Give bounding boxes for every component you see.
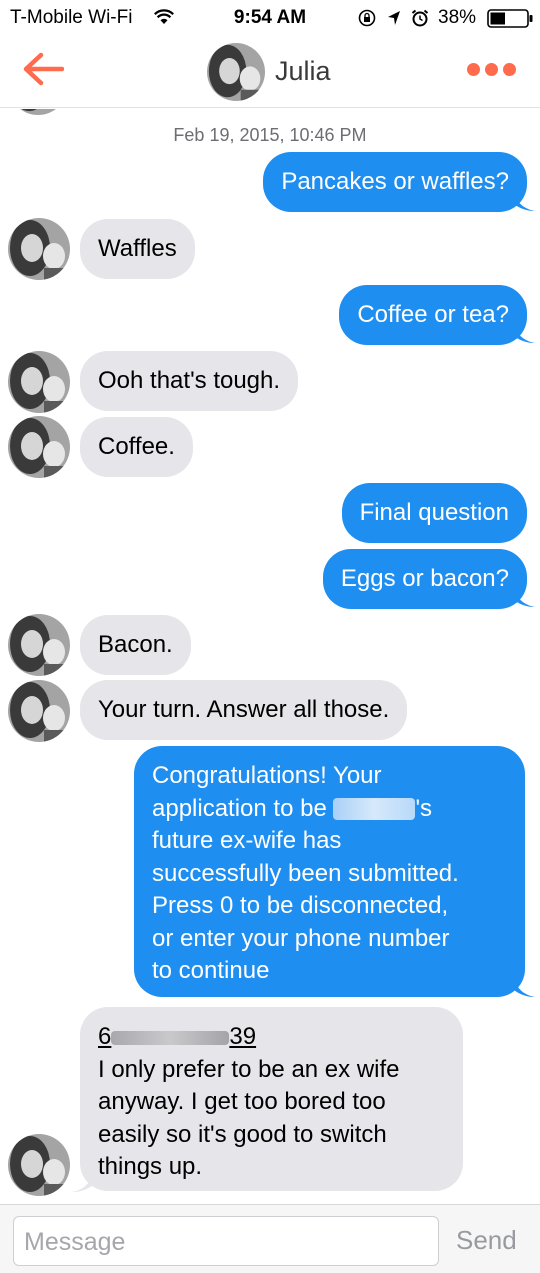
message-text: Eggs or bacon? xyxy=(340,565,509,592)
phone-number-redacted: 6 39 xyxy=(98,1023,257,1050)
message-bubble-outgoing[interactable]: Final question xyxy=(341,483,527,543)
back-arrow-icon[interactable] xyxy=(22,52,64,86)
message-text: Pancakes or waffles? xyxy=(281,168,509,195)
message-line: anyway. I get too bored too xyxy=(98,1088,386,1115)
message-line: or enter your phone number xyxy=(152,924,450,952)
avatar xyxy=(8,109,68,115)
alarm-icon xyxy=(411,9,429,27)
redacted-digits xyxy=(111,1030,230,1045)
message-bubble-incoming[interactable]: Waffles xyxy=(80,219,195,279)
contact-name[interactable]: Julia xyxy=(275,56,331,87)
message-line: Congratulations! Your xyxy=(152,762,382,789)
message-line: successfully been submitted. xyxy=(152,859,459,887)
message-timestamp: Feb 19, 2015, 10:46 PM xyxy=(173,125,367,145)
message-text: Final question xyxy=(359,499,509,526)
battery-icon xyxy=(487,9,533,28)
message-text: Your turn. Answer all those. xyxy=(98,696,390,723)
message-bubble-outgoing[interactable]: Coffee or tea? xyxy=(339,285,527,345)
bubble-tail xyxy=(513,321,535,343)
rotation-lock-icon xyxy=(358,9,376,27)
message-list[interactable]: Feb 19, 2015, 10:46 PM Pancakes or waffl… xyxy=(0,109,540,1204)
message-bubble-incoming[interactable]: Ooh that's tough. xyxy=(80,351,299,411)
message-text: Coffee or tea? xyxy=(357,301,509,328)
message-line: I only prefer to be an ex wife xyxy=(98,1055,400,1083)
avatar xyxy=(8,416,70,478)
chat-header: Julia xyxy=(0,36,540,108)
status-bar: T-Mobile Wi-Fi 9:54 AM 38% xyxy=(0,0,540,36)
message-text: Bacon. xyxy=(98,631,173,658)
avatar xyxy=(8,1134,70,1196)
message-line: easily so it's good to switch xyxy=(98,1120,387,1148)
battery-percent: 38% xyxy=(438,7,477,28)
message-bubble-incoming[interactable]: 6 39 I only prefer to be an ex wife anywa… xyxy=(80,1007,463,1191)
more-options-icon[interactable] xyxy=(467,63,517,77)
location-arrow-icon xyxy=(388,11,400,25)
message-bubble-incoming[interactable]: Coffee. xyxy=(80,417,193,477)
message-bubble-incoming[interactable]: Bacon. xyxy=(80,615,191,675)
message-text: Ooh that's tough. xyxy=(98,367,281,394)
message-bubble-outgoing[interactable]: Pancakes or waffles? xyxy=(263,152,527,212)
avatar xyxy=(8,218,70,280)
message-input[interactable]: Message xyxy=(13,1216,439,1266)
message-text: Waffles xyxy=(98,235,177,262)
bubble-tail xyxy=(72,1170,94,1192)
bubble-tail xyxy=(513,975,535,997)
message-text: Coffee. xyxy=(98,433,175,460)
message-bubble-incoming[interactable]: Your turn. Answer all those. xyxy=(80,680,408,740)
message-composer: Message Send xyxy=(0,1204,540,1273)
message-line: future ex-wife has xyxy=(152,827,342,854)
message-input-placeholder: Message xyxy=(24,1228,126,1256)
message-line: things up. xyxy=(98,1153,203,1180)
redacted-name xyxy=(333,798,416,821)
message-line: to continue xyxy=(152,957,270,984)
bubble-tail xyxy=(513,189,535,211)
send-button[interactable]: Send xyxy=(456,1225,517,1256)
avatar xyxy=(8,614,70,676)
contact-avatar[interactable] xyxy=(207,43,265,101)
avatar xyxy=(8,680,70,742)
avatar xyxy=(8,351,70,413)
message-bubble-outgoing[interactable]: Eggs or bacon? xyxy=(322,549,527,609)
message-line: application to be 's xyxy=(152,794,433,822)
message-bubble-outgoing[interactable]: Congratulations! Your application to be … xyxy=(134,746,525,997)
bubble-tail xyxy=(513,585,535,607)
message-line: Press 0 to be disconnected, xyxy=(152,892,449,919)
